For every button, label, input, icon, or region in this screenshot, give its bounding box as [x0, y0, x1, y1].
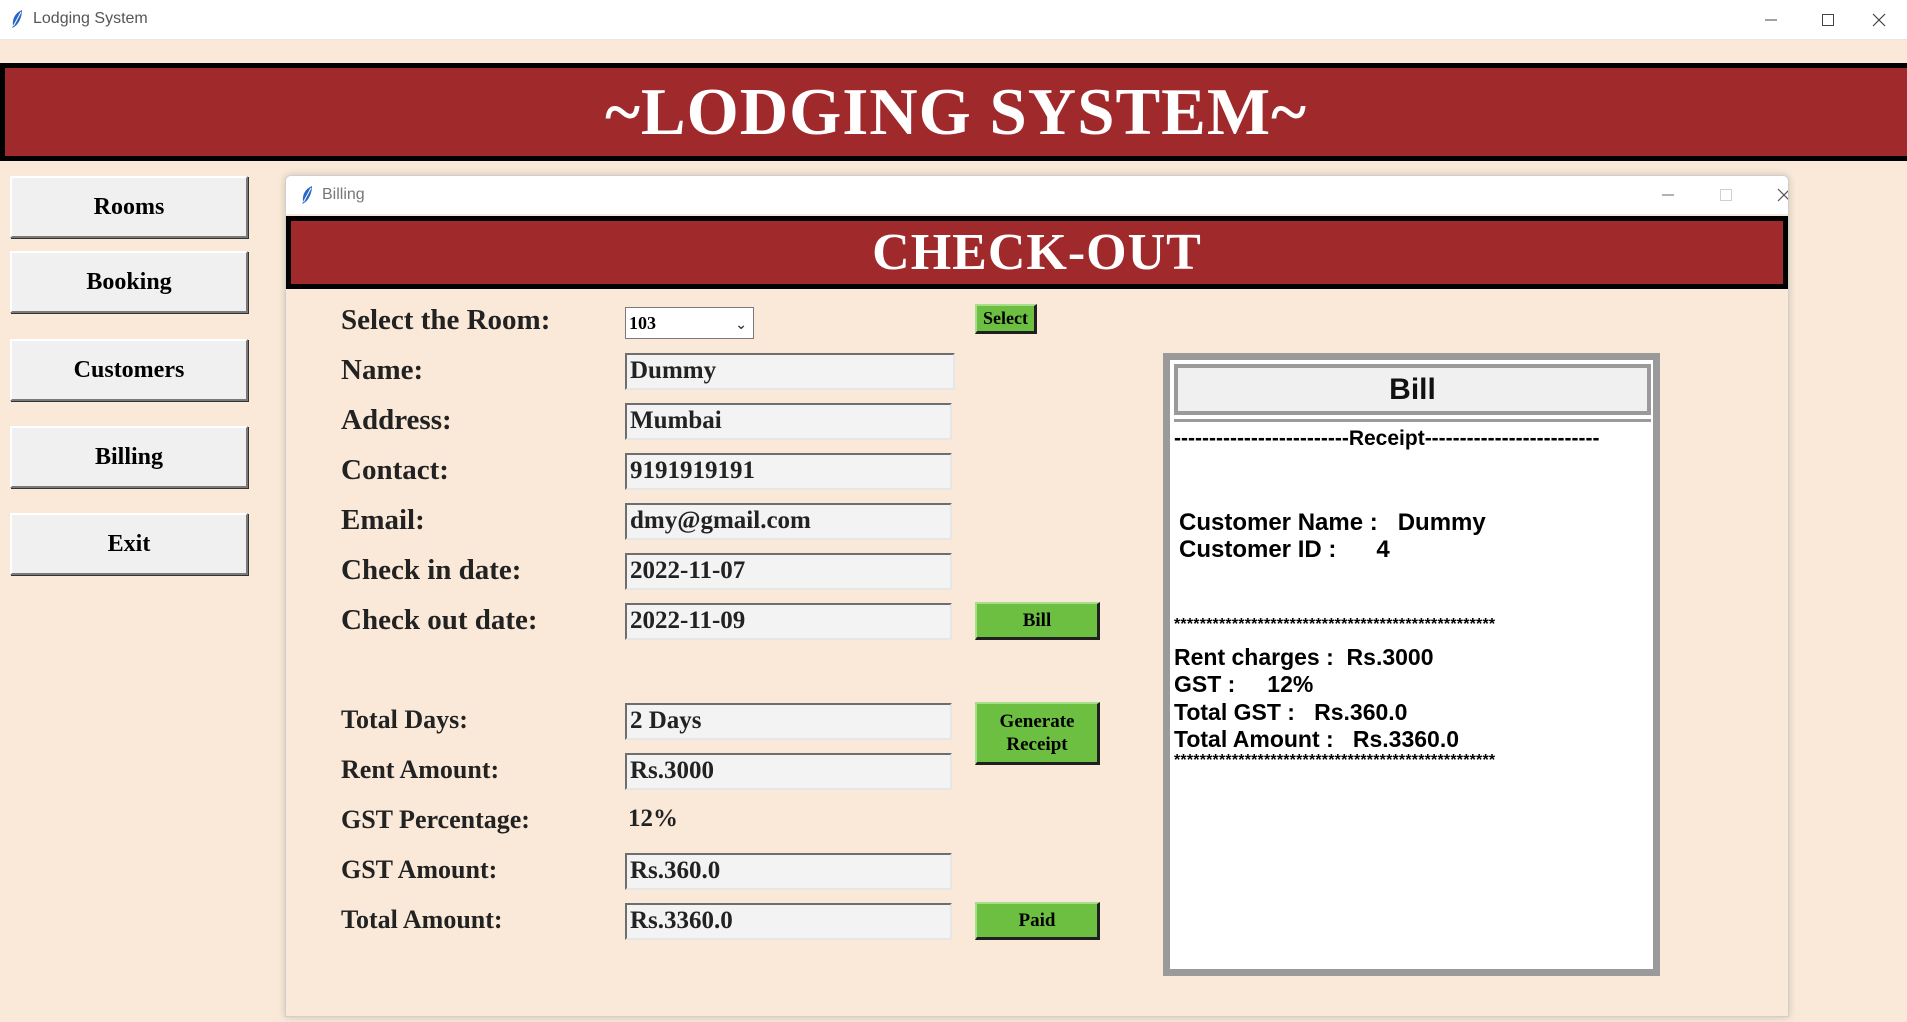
email-field[interactable]: dmy@gmail.com — [625, 503, 952, 540]
app-title: Lodging System — [33, 10, 148, 27]
rent-charges-text: Rent charges : Rs.3000 — [1174, 644, 1434, 670]
checkin-field[interactable]: 2022-11-07 — [625, 553, 952, 590]
address-field[interactable]: Mumbai — [625, 403, 952, 440]
gst-text: GST : 12% — [1174, 671, 1314, 697]
total-amount-field[interactable]: Rs.3360.0 — [625, 903, 952, 940]
gst-percentage-value: 12% — [628, 805, 678, 832]
contact-field[interactable]: 9191919191 — [625, 453, 952, 490]
generate-receipt-label-1: Generate — [999, 711, 1075, 732]
room-select-value: 103 — [629, 313, 656, 333]
gst-percentage-label: GST Percentage: — [341, 805, 530, 834]
bill-divider — [1174, 419, 1651, 422]
rent-amount-label: Rent Amount: — [341, 755, 500, 784]
name-label: Name: — [341, 354, 424, 386]
generate-receipt-button[interactable]: Generate Receipt — [975, 702, 1100, 765]
customer-name-text: Customer Name : Dummy — [1179, 509, 1486, 536]
name-field[interactable]: Dummy — [625, 353, 955, 390]
room-select[interactable]: 103 ⌄ — [625, 307, 754, 339]
room-label: Select the Room: — [341, 304, 551, 336]
feather-icon — [302, 186, 312, 204]
app-banner-title: ~LODGING SYSTEM~ — [605, 74, 1307, 149]
nav-exit-button[interactable]: Exit — [10, 513, 248, 575]
billing-window: Billing CHECK-OUT Select the Room: Name:… — [285, 175, 1789, 1017]
contact-label: Contact: — [341, 454, 449, 486]
checkout-label: Check out date: — [341, 604, 538, 636]
gst-amount-field[interactable]: Rs.360.0 — [625, 853, 952, 890]
checkout-banner: CHECK-OUT — [286, 216, 1788, 289]
app-banner: ~LODGING SYSTEM~ — [0, 63, 1907, 161]
bill-panel: Bill -------------------------Receipt---… — [1163, 353, 1660, 976]
checkout-field[interactable]: 2022-11-09 — [625, 603, 952, 640]
select-button[interactable]: Select — [975, 304, 1037, 334]
feather-icon — [12, 10, 22, 28]
total-days-label: Total Days: — [341, 705, 468, 734]
nav-billing-button[interactable]: Billing — [10, 426, 248, 488]
nav-booking-button[interactable]: Booking — [10, 251, 248, 313]
stars-bottom: ****************************************… — [1174, 752, 1496, 769]
paid-button[interactable]: Paid — [975, 902, 1100, 940]
email-label: Email: — [341, 504, 425, 536]
total-amount-text: Total Amount : Rs.3360.0 — [1174, 726, 1459, 752]
address-label: Address: — [341, 404, 452, 436]
bill-button[interactable]: Bill — [975, 602, 1100, 640]
maximize-icon — [1697, 176, 1755, 214]
stars-top: ****************************************… — [1174, 616, 1496, 633]
close-icon[interactable] — [1755, 176, 1788, 214]
close-icon[interactable] — [1851, 0, 1907, 39]
nav-rooms-button[interactable]: Rooms — [10, 176, 248, 238]
nav-customers-button[interactable]: Customers — [10, 339, 248, 401]
minimize-icon[interactable] — [1639, 176, 1697, 214]
receipt-line: -------------------------Receipt--------… — [1174, 427, 1600, 450]
bill-header: Bill — [1174, 364, 1651, 415]
total-amount-label: Total Amount: — [341, 905, 503, 934]
checkin-label: Check in date: — [341, 554, 522, 586]
chevron-down-icon[interactable]: ⌄ — [735, 310, 747, 340]
minimize-icon[interactable] — [1743, 0, 1799, 39]
gst-amount-label: GST Amount: — [341, 855, 498, 884]
billing-window-title: Billing — [322, 186, 365, 203]
maximize-icon[interactable] — [1800, 0, 1856, 39]
checkout-title: CHECK-OUT — [872, 224, 1202, 281]
app-title-bar: Lodging System — [0, 0, 1907, 40]
customer-id-text: Customer ID : 4 — [1179, 536, 1390, 563]
rent-amount-field[interactable]: Rs.3000 — [625, 753, 952, 790]
total-gst-text: Total GST : Rs.360.0 — [1174, 699, 1408, 725]
total-days-field[interactable]: 2 Days — [625, 703, 952, 740]
generate-receipt-label-2: Receipt — [1006, 734, 1068, 755]
billing-title-bar: Billing — [286, 176, 1788, 214]
